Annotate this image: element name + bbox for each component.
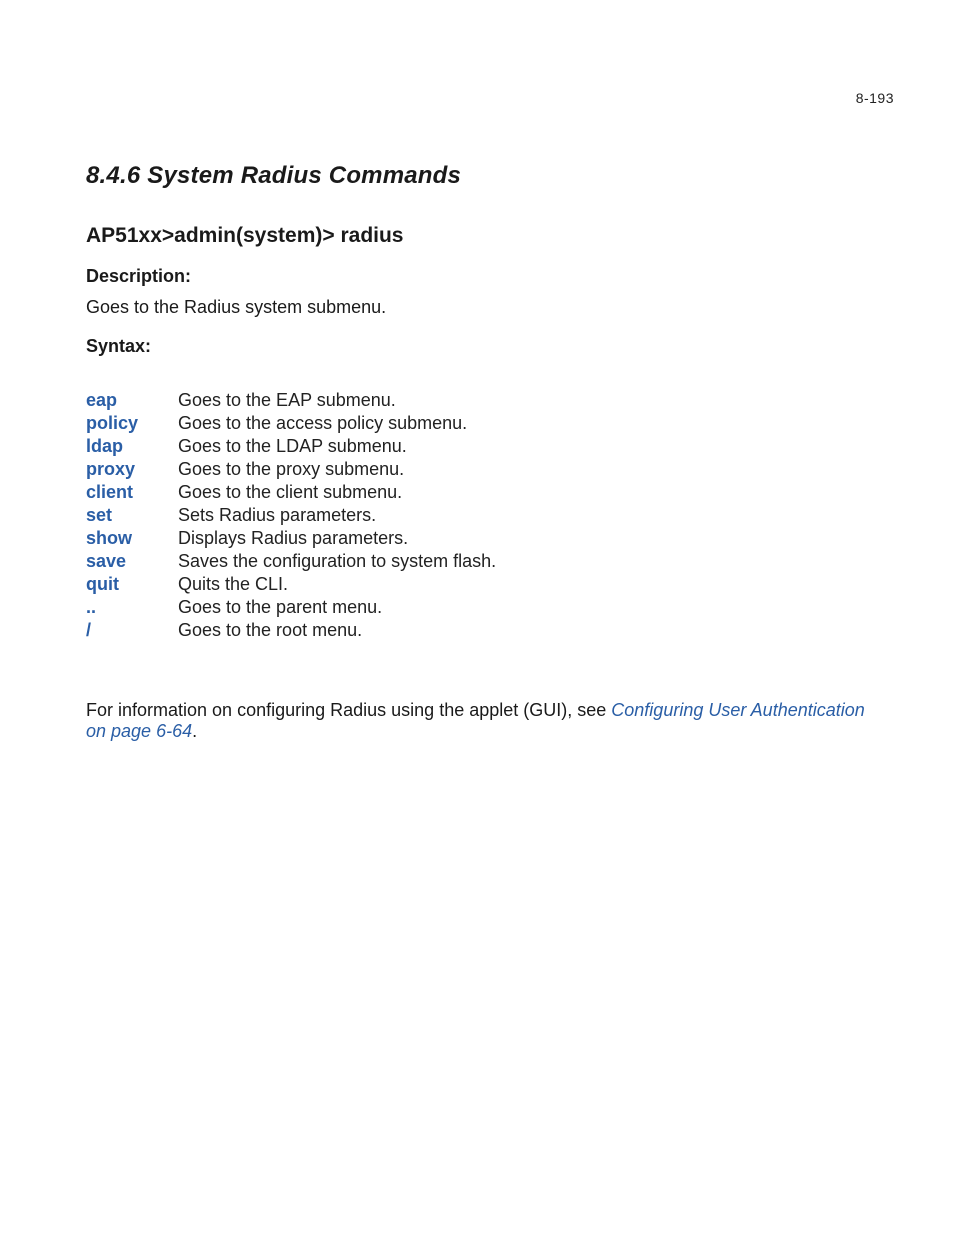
syntax-row: saveSaves the configuration to system fl… [86, 550, 496, 573]
syntax-description: Sets Radius parameters. [178, 504, 496, 527]
syntax-command: eap [86, 389, 178, 412]
description-text: Goes to the Radius system submenu. [86, 297, 868, 318]
syntax-command: .. [86, 596, 178, 619]
command-prompt: AP51xx>admin(system)> radius [86, 224, 868, 248]
syntax-table: eapGoes to the EAP submenu.policyGoes to… [86, 389, 496, 642]
syntax-description: Quits the CLI. [178, 573, 496, 596]
syntax-row: policyGoes to the access policy submenu. [86, 412, 496, 435]
syntax-description: Goes to the proxy submenu. [178, 458, 496, 481]
syntax-description: Goes to the EAP submenu. [178, 389, 496, 412]
syntax-command: client [86, 481, 178, 504]
syntax-command: set [86, 504, 178, 527]
description-heading: Description: [86, 266, 868, 287]
syntax-row: ldapGoes to the LDAP submenu. [86, 435, 496, 458]
footer-note-prefix: For information on configuring Radius us… [86, 700, 611, 720]
page-number: 8-193 [856, 90, 894, 106]
syntax-command: save [86, 550, 178, 573]
syntax-command: show [86, 527, 178, 550]
document-page: 8-193 8.4.6 System Radius Commands AP51x… [0, 0, 954, 1235]
syntax-description: Saves the configuration to system flash. [178, 550, 496, 573]
syntax-row: eapGoes to the EAP submenu. [86, 389, 496, 412]
syntax-command: ldap [86, 435, 178, 458]
syntax-command: quit [86, 573, 178, 596]
syntax-description: Goes to the root menu. [178, 619, 496, 642]
section-title: 8.4.6 System Radius Commands [86, 162, 868, 190]
syntax-heading: Syntax: [86, 336, 868, 357]
syntax-row: setSets Radius parameters. [86, 504, 496, 527]
syntax-command: policy [86, 412, 178, 435]
syntax-description: Goes to the client submenu. [178, 481, 496, 504]
syntax-row: showDisplays Radius parameters. [86, 527, 496, 550]
syntax-description: Goes to the LDAP submenu. [178, 435, 496, 458]
footer-note-suffix: . [192, 721, 197, 741]
syntax-row: /Goes to the root menu. [86, 619, 496, 642]
syntax-row: quitQuits the CLI. [86, 573, 496, 596]
syntax-row: proxyGoes to the proxy submenu. [86, 458, 496, 481]
footer-note: For information on configuring Radius us… [86, 700, 868, 742]
syntax-description: Goes to the parent menu. [178, 596, 496, 619]
syntax-description: Goes to the access policy submenu. [178, 412, 496, 435]
syntax-row: ..Goes to the parent menu. [86, 596, 496, 619]
syntax-description: Displays Radius parameters. [178, 527, 496, 550]
syntax-command: proxy [86, 458, 178, 481]
syntax-command: / [86, 619, 178, 642]
syntax-row: clientGoes to the client submenu. [86, 481, 496, 504]
